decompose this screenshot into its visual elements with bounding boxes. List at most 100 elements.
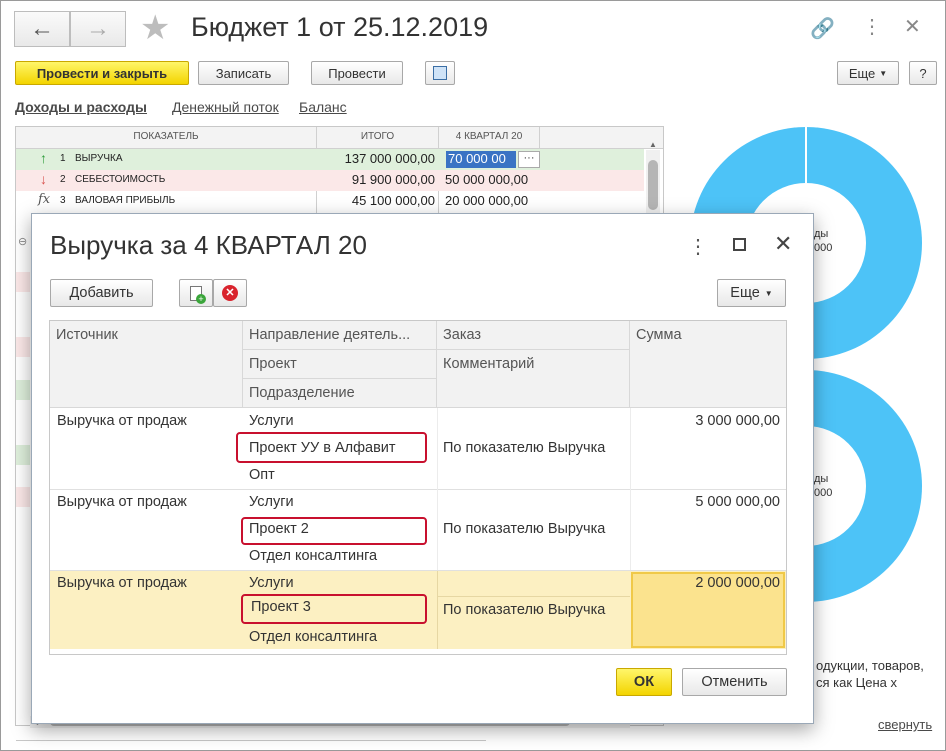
row-strip — [16, 487, 30, 507]
column-header-department[interactable]: Подразделение — [243, 379, 437, 408]
formula-icon: fx — [38, 192, 51, 207]
back-button[interactable]: ← — [14, 11, 70, 47]
cell-source[interactable]: Выручка от продаж — [57, 413, 187, 429]
add-document-icon: + — [190, 285, 206, 304]
arrow-down-icon: ↓ — [40, 171, 47, 187]
dialog-close-icon[interactable]: ✕ — [774, 231, 792, 257]
row-total: 91 900 000,00 — [351, 172, 435, 187]
help-button[interactable]: ? — [909, 61, 937, 85]
note-text-line1: одукции, товаров, — [816, 658, 924, 673]
cell-department[interactable]: Опт — [249, 467, 275, 483]
grid-header-total: ИТОГО — [360, 131, 395, 142]
arrow-left-icon: ← — [30, 15, 54, 42]
copy-button[interactable]: + — [179, 279, 213, 307]
structure-icon — [433, 66, 447, 80]
scroll-up-icon[interactable]: ▲ — [649, 140, 657, 149]
cell-comment[interactable]: По показателю Выручка — [443, 602, 605, 618]
row-q4: 50 000 000,00 — [445, 172, 529, 187]
column-header-project[interactable]: Проект — [243, 350, 437, 379]
grid-header-indicator: ПОКАЗАТЕЛЬ — [133, 131, 199, 142]
close-icon[interactable]: ✕ — [904, 14, 921, 39]
cell-source[interactable]: Выручка от продаж — [57, 575, 187, 591]
add-button[interactable]: Добавить — [50, 279, 153, 307]
delete-icon: ✕ — [222, 285, 238, 301]
row-q4-selected[interactable]: 70 000 00 — [448, 151, 506, 166]
donut-2-value: 000 — [814, 487, 833, 499]
cell-direction[interactable]: Услуги — [249, 575, 294, 591]
arrow-right-icon: → — [86, 15, 110, 42]
cell-choice-button[interactable]: ··· — [518, 151, 540, 168]
more-button[interactable]: Еще ▼ — [837, 61, 899, 85]
dialog-more-label: Еще — [730, 285, 760, 301]
row-num: 1 — [60, 153, 66, 164]
donut-1-label: ды — [814, 228, 829, 240]
donut-2-label: ды — [814, 473, 829, 485]
post-and-close-button[interactable]: Провести и закрыть — [15, 61, 189, 85]
row-total: 137 000 000,00 — [344, 151, 435, 166]
donut-separator — [805, 127, 807, 183]
row-strip — [16, 272, 30, 292]
dialog-more-icon[interactable]: ⋮ — [688, 234, 708, 259]
link-icon[interactable]: 🔗 — [810, 16, 835, 41]
cell-divider — [437, 596, 630, 597]
row-strip — [16, 380, 30, 400]
cell-comment[interactable]: По показателю Выручка — [443, 521, 605, 537]
bottom-divider — [16, 740, 486, 745]
tab-balance[interactable]: Баланс — [299, 99, 347, 115]
dialog-title: Выручка за 4 КВАРТАЛ 20 — [50, 230, 367, 260]
ok-button[interactable]: ОК — [616, 668, 672, 696]
cell-source[interactable]: Выручка от продаж — [57, 494, 187, 510]
highlight-box — [236, 432, 427, 463]
cell-department[interactable]: Отдел консалтинга — [249, 548, 377, 564]
favorite-star-icon[interactable]: ★ — [140, 8, 170, 48]
cell-amount[interactable]: 3 000 000,00 — [630, 413, 780, 429]
row-q4: 20 000 000,00 — [445, 193, 529, 208]
cell-direction[interactable]: Услуги — [249, 494, 294, 510]
chevron-down-icon: ▼ — [764, 288, 773, 298]
scrollbar-thumb[interactable] — [648, 160, 658, 210]
arrow-up-icon: ↑ — [40, 150, 47, 166]
column-separator — [437, 408, 438, 570]
cell-direction[interactable]: Услуги — [249, 413, 294, 429]
more-vertical-icon[interactable]: ⋮ — [862, 14, 882, 39]
chevron-down-icon: ▼ — [879, 68, 888, 78]
column-header-order[interactable]: Заказ — [437, 321, 630, 350]
dialog-more-button[interactable]: Еще ▼ — [717, 279, 786, 307]
grid-header-q4: 4 КВАРТАЛ 20 — [455, 131, 523, 142]
row-num: 2 — [60, 174, 66, 185]
row-name: СЕБЕСТОИМОСТЬ — [75, 174, 166, 185]
row-num: 3 — [60, 195, 66, 206]
tab-cash-flow[interactable]: Денежный поток — [172, 99, 279, 115]
row-total: 45 100 000,00 — [351, 193, 435, 208]
cell-department[interactable]: Отдел консалтинга — [249, 629, 377, 645]
collapse-link[interactable]: свернуть — [878, 717, 932, 732]
grid-divider — [539, 127, 540, 149]
maximize-icon[interactable] — [733, 238, 746, 251]
delete-button[interactable]: ✕ — [213, 279, 247, 307]
column-header-comment[interactable]: Комментарий — [437, 350, 630, 408]
column-header-direction[interactable]: Направление деятель... — [243, 321, 437, 350]
row-name: ВАЛОВАЯ ПРИБЫЛЬ — [75, 195, 176, 206]
cell-amount[interactable]: 5 000 000,00 — [630, 494, 780, 510]
row-separator — [50, 489, 786, 490]
write-button[interactable]: Записать — [198, 61, 289, 85]
window-title: Бюджет 1 от 25.12.2019 — [191, 12, 489, 42]
highlight-box — [241, 517, 427, 545]
more-label: Еще — [848, 65, 876, 81]
cell-comment[interactable]: По показателю Выручка — [443, 440, 605, 456]
collapse-group-icon[interactable]: ⊖ — [18, 235, 27, 248]
highlight-box — [241, 594, 427, 624]
row-strip — [16, 337, 30, 357]
note-text-line2: ся как Цена х — [816, 675, 898, 690]
row-name: ВЫРУЧКА — [75, 153, 123, 164]
column-separator — [630, 408, 631, 570]
post-button[interactable]: Провести — [311, 61, 403, 85]
row-strip — [16, 445, 30, 465]
column-header-amount[interactable]: Сумма — [630, 321, 786, 408]
cancel-button[interactable]: Отменить — [682, 668, 787, 696]
forward-button[interactable]: → — [70, 11, 126, 47]
column-header-source[interactable]: Источник — [50, 321, 243, 408]
cell-amount[interactable]: 2 000 000,00 — [630, 575, 780, 591]
structure-button[interactable] — [425, 61, 455, 85]
tab-income-expense[interactable]: Доходы и расходы — [15, 99, 147, 115]
